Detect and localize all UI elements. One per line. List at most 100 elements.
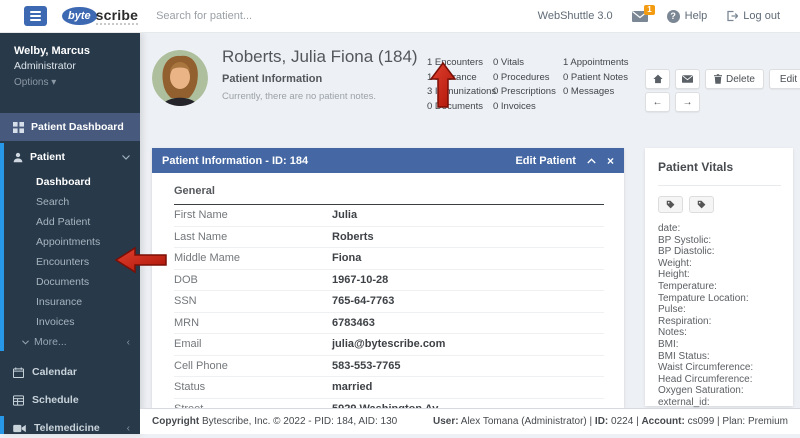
- patient-name: Roberts, Julia Fiona (184): [222, 47, 418, 67]
- stat-vitals[interactable]: 0 Vitals: [493, 56, 556, 71]
- stat-procedures[interactable]: 0 Procedures: [493, 71, 556, 86]
- schedule-icon: [13, 395, 24, 406]
- vitals-label: BP Systolic:: [658, 235, 781, 247]
- field-row-last-name: Last Name Roberts: [174, 227, 604, 249]
- stat-prescriptions[interactable]: 0 Prescriptions: [493, 85, 556, 100]
- help-label: Help: [685, 10, 708, 22]
- stat-appointments[interactable]: 1 Appointments: [563, 56, 629, 71]
- vitals-label: BP Diastolic:: [658, 246, 781, 258]
- field-row-email: Email julia@bytescribe.com: [174, 334, 604, 356]
- calendar-icon: [13, 367, 24, 378]
- home-icon: [653, 74, 663, 84]
- logo-byte: byte: [62, 7, 97, 25]
- delete-label: Delete: [726, 74, 755, 85]
- field-label: SSN: [174, 295, 332, 307]
- field-label: Status: [174, 381, 332, 393]
- footer-copyright-bold: Copyright: [152, 416, 199, 427]
- sidebar-item-insurance[interactable]: Insurance: [0, 292, 140, 312]
- sidebar: Welby, Marcus Administrator Options ▾ Pa…: [0, 33, 140, 434]
- vitals-label: external_id:: [658, 397, 781, 409]
- field-value: married: [332, 381, 372, 393]
- sidebar-item-search[interactable]: Search: [0, 192, 140, 212]
- close-panel-button[interactable]: ×: [607, 154, 614, 168]
- field-row-street: Street 5929 Washington Av: [174, 399, 604, 409]
- field-value: Roberts: [332, 231, 374, 243]
- next-patient-button[interactable]: →: [675, 92, 700, 112]
- delete-button[interactable]: Delete: [705, 69, 764, 89]
- collapse-panel-button[interactable]: [587, 158, 596, 164]
- field-label: Middle Mame: [174, 252, 332, 264]
- notification-badge: 1: [644, 5, 654, 15]
- field-label: DOB: [174, 274, 332, 286]
- stat-patient-notes[interactable]: 0 Patient Notes: [563, 71, 629, 86]
- vitals-label: BMI Status:: [658, 351, 781, 363]
- main-content: Roberts, Julia Fiona (184) Patient Infor…: [140, 33, 800, 434]
- edit-patient-link[interactable]: Edit Patient: [515, 155, 576, 167]
- vitals-label: Height:: [658, 269, 781, 281]
- footer-user-bold: User:: [433, 416, 459, 427]
- sidebar-item-more[interactable]: More... ‹: [0, 332, 140, 352]
- vitals-label: Waist Circumference:: [658, 362, 781, 374]
- user-name: Welby, Marcus: [14, 45, 90, 57]
- prev-patient-button[interactable]: ←: [645, 92, 670, 112]
- tag-icon: [697, 200, 706, 209]
- video-camera-icon: [13, 424, 26, 433]
- user-block: Welby, Marcus Administrator Options ▾: [14, 45, 90, 88]
- sidebar-item-add-patient[interactable]: Add Patient: [0, 212, 140, 232]
- sidebar-item-schedule[interactable]: Schedule: [0, 390, 140, 410]
- footer: Copyright Bytescribe, Inc. © 2022 - PID:…: [140, 408, 800, 434]
- stats-column-3: 1 Appointments 0 Patient Notes 0 Message…: [563, 56, 629, 100]
- top-navbar: bytescribe WebShuttle 3.0 1 ? Help Log o…: [0, 0, 800, 33]
- logout-icon: [726, 10, 738, 22]
- field-row-mrn: MRN 6783463: [174, 313, 604, 335]
- field-row-status: Status married: [174, 377, 604, 399]
- sidebar-item-invoices[interactable]: Invoices: [0, 312, 140, 332]
- sidebar-item-calendar[interactable]: Calendar: [0, 362, 140, 382]
- sidebar-item-telemedicine[interactable]: Telemedicine ‹: [0, 418, 140, 438]
- field-row-middle-name: Middle Mame Fiona: [174, 248, 604, 270]
- user-options-dropdown[interactable]: Options ▾: [14, 77, 90, 88]
- stat-messages[interactable]: 0 Messages: [563, 85, 629, 100]
- vitals-tag-button-2[interactable]: [689, 196, 714, 213]
- field-value: 6783463: [332, 317, 375, 329]
- vitals-label: Notes:: [658, 327, 781, 339]
- patient-information-panel: Patient Information - ID: 184 Edit Patie…: [152, 148, 624, 408]
- more-label: More...: [34, 336, 67, 348]
- sidebar-section-patient[interactable]: Patient: [0, 146, 140, 168]
- patient-dashboard-label: Patient Dashboard: [31, 121, 124, 133]
- message-patient-button[interactable]: [675, 69, 700, 89]
- logo-scribe: scribe: [96, 7, 138, 25]
- help-button[interactable]: ? Help: [667, 10, 708, 23]
- field-label: Last Name: [174, 231, 332, 243]
- section-title-general: General: [174, 185, 604, 205]
- stat-invoices[interactable]: 0 Invoices: [493, 100, 556, 115]
- field-value: 583-553-7765: [332, 360, 401, 372]
- field-value: Julia: [332, 209, 357, 221]
- edit-label: Edit: [780, 74, 797, 85]
- envelope-icon: [682, 75, 693, 83]
- home-button[interactable]: [645, 69, 670, 89]
- tag-icon: [666, 200, 675, 209]
- messages-button[interactable]: 1: [632, 11, 648, 22]
- edit-button[interactable]: Edit: [769, 69, 800, 89]
- search-input[interactable]: [156, 10, 356, 22]
- hamburger-menu-button[interactable]: [24, 6, 47, 26]
- arrow-right-icon: →: [683, 97, 693, 108]
- grid-icon: [13, 122, 24, 133]
- vitals-title: Patient Vitals: [658, 160, 781, 174]
- sidebar-item-patient-dashboard[interactable]: Patient Dashboard: [0, 113, 140, 141]
- vitals-label: Pulse:: [658, 304, 781, 316]
- field-row-dob: DOB 1967-10-28: [174, 270, 604, 292]
- vitals-label: Oxygen Saturation:: [658, 385, 781, 397]
- sidebar-item-dashboard[interactable]: Dashboard: [0, 172, 140, 192]
- vitals-tag-button-1[interactable]: [658, 196, 683, 213]
- chevron-left-icon: ‹: [127, 423, 130, 434]
- panel-header: Patient Information - ID: 184 Edit Patie…: [152, 148, 624, 173]
- field-label: Cell Phone: [174, 360, 332, 372]
- calendar-label: Calendar: [32, 366, 77, 378]
- vitals-label: Head Circumference:: [658, 374, 781, 386]
- logout-button[interactable]: Log out: [726, 10, 780, 22]
- patient-section-label: Patient: [30, 151, 65, 163]
- sidebar-item-documents[interactable]: Documents: [0, 272, 140, 292]
- chevron-left-icon: ‹: [127, 337, 130, 348]
